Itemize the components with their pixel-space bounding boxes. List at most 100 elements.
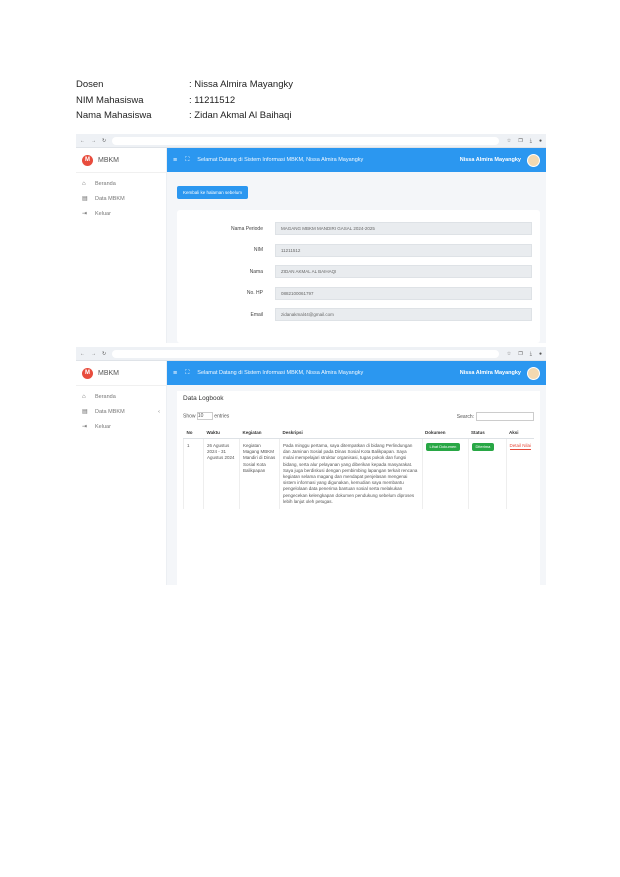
calendar-icon: ▤ bbox=[82, 409, 88, 415]
sidebar-item-keluar[interactable]: ⇥ Keluar bbox=[76, 419, 166, 434]
browser-bar: ← → ↻ ☆ ❐ ⤓ ● bbox=[76, 347, 546, 361]
star-icon[interactable]: ☆ bbox=[507, 138, 511, 144]
document-button[interactable]: Lihat Dokumen bbox=[425, 443, 461, 452]
welcome-text: Selamat Datang di Sistem Informasi MBKM,… bbox=[197, 370, 364, 376]
field-label: Email bbox=[250, 311, 263, 318]
sidebar-item-label: Data MBKM bbox=[95, 195, 125, 202]
sidebar-item-data-mbkm[interactable]: ▤ Data MBKM bbox=[76, 191, 166, 206]
user-name[interactable]: Nissa Almira Mayangky bbox=[460, 157, 521, 163]
forward-icon[interactable]: → bbox=[91, 351, 96, 357]
address-bar[interactable] bbox=[112, 136, 499, 145]
menu-icon[interactable]: ≡ bbox=[173, 157, 177, 164]
entries-label: entries bbox=[214, 413, 230, 420]
reload-icon[interactable]: ↻ bbox=[102, 138, 106, 144]
card-title: Data Logbook bbox=[183, 395, 224, 402]
sidebar-item-label: Keluar bbox=[95, 210, 111, 217]
field-label: No. HP bbox=[246, 290, 263, 297]
entries-value: 10 bbox=[197, 413, 204, 419]
chevron-icon: ‹ bbox=[158, 408, 160, 415]
sidebar-item-data-mbkm[interactable]: ▤ Data MBKM ‹ bbox=[76, 404, 166, 419]
app-logo: M MBKM bbox=[76, 148, 166, 173]
entries-control: Show 10 entries bbox=[183, 412, 229, 421]
avatar[interactable] bbox=[527, 153, 540, 167]
avatar[interactable] bbox=[527, 366, 540, 380]
profile-icon[interactable]: ● bbox=[539, 138, 542, 144]
sidebar-item-beranda[interactable]: ⌂ Beranda bbox=[76, 390, 166, 404]
field-nim: NIM 11211512 bbox=[177, 240, 540, 262]
logout-icon: ⇥ bbox=[82, 424, 88, 430]
table-row: 1 26 Agustus 2024 - 31 Agustus 2024 Kegi… bbox=[183, 438, 534, 510]
download-icon[interactable]: ⤓ bbox=[530, 138, 532, 144]
app-name: MBKM bbox=[98, 156, 119, 164]
sidebar-item-label: Keluar bbox=[95, 423, 111, 430]
show-label: Show bbox=[183, 413, 196, 420]
field-nama: Nama ZIDAN AKMAL AL BAIHAQI bbox=[177, 261, 540, 283]
detail-card: Nama Periode MAGANG MBKM MANDIRI GASAL 20… bbox=[177, 210, 540, 343]
back-button[interactable]: Kembali ke halaman sebelum bbox=[177, 186, 249, 199]
field-label: Nama bbox=[249, 268, 263, 275]
topbar: ≡ ⛶ Selamat Datang di Sistem Informasi M… bbox=[167, 361, 546, 385]
back-icon[interactable]: ← bbox=[80, 138, 85, 144]
browser-bar: ← → ↻ ☆ ❐ ⤓ ● bbox=[76, 134, 546, 148]
sidebar: M MBKM ⌂ Beranda ▤ Data MBKM ⇥ Keluar bbox=[76, 148, 167, 343]
logo-icon: M bbox=[82, 154, 93, 166]
field-label: NIM bbox=[253, 247, 263, 254]
cell-status: Diterima bbox=[467, 438, 506, 510]
action-link[interactable]: Detail Nilai bbox=[509, 443, 531, 451]
home-icon: ⌂ bbox=[82, 181, 86, 187]
download-icon[interactable]: ⤓ bbox=[530, 351, 532, 357]
forward-icon[interactable]: → bbox=[91, 138, 96, 144]
table-header: No Waktu Kegiatan Deskripsi Dokumen Stat… bbox=[183, 427, 534, 439]
back-icon[interactable]: ← bbox=[80, 351, 85, 357]
screenshot-logbook: ← → ↻ ☆ ❐ ⤓ ● M MBKM ⌂ Beranda ▤ Data MBKM ‹ ⇥ Kel… bbox=[76, 347, 546, 585]
cell-no: 1 bbox=[183, 438, 204, 510]
user-name[interactable]: Nissa Almira Mayangky bbox=[460, 370, 521, 376]
header-value: : Nissa Almira Mayangky bbox=[189, 79, 294, 90]
welcome-text: Selamat Datang di Sistem Informasi MBKM,… bbox=[197, 157, 364, 163]
search-input[interactable] bbox=[476, 412, 534, 421]
search-label: Search: bbox=[456, 413, 474, 420]
fullscreen-icon[interactable]: ⛶ bbox=[185, 157, 189, 164]
tab-icon[interactable]: ❐ bbox=[518, 351, 522, 357]
profile-icon[interactable]: ● bbox=[539, 351, 542, 357]
sidebar-item-label: Beranda bbox=[95, 181, 116, 187]
column-header[interactable]: Deskripsi bbox=[279, 427, 422, 439]
sidebar-item-label: Data MBKM bbox=[95, 408, 125, 415]
column-header[interactable]: Status bbox=[468, 427, 506, 439]
field-periode: Nama Periode MAGANG MBKM MANDIRI GASAL 20… bbox=[177, 218, 540, 240]
column-header[interactable]: No bbox=[183, 427, 204, 439]
logout-icon: ⇥ bbox=[82, 211, 88, 217]
app-logo: M MBKM bbox=[76, 361, 166, 386]
screenshot-detail-mahasiswa: ← → ↻ ☆ ❐ ⤓ ● M MBKM ⌂ Beranda ▤ Data MBKM ⇥ Kelu… bbox=[76, 134, 546, 343]
field-email: Email zidanakmal44@gmail.com bbox=[177, 304, 540, 326]
column-header[interactable]: Kegiatan bbox=[239, 427, 280, 439]
header-label: Dosen bbox=[76, 79, 104, 90]
header-row-nim: NIM Mahasiswa: 11211512 bbox=[76, 93, 293, 109]
status-badge: Diterima bbox=[471, 443, 495, 452]
header-value: : Zidan Akmal Al Baihaqi bbox=[189, 110, 292, 121]
header-value: : 11211512 bbox=[189, 94, 236, 106]
tab-icon[interactable]: ❐ bbox=[518, 138, 522, 144]
column-header[interactable]: Waktu bbox=[203, 427, 240, 439]
topbar: ≡ ⛶ Selamat Datang di Sistem Informasi M… bbox=[167, 148, 546, 172]
fullscreen-icon[interactable]: ⛶ bbox=[185, 370, 189, 377]
reload-icon[interactable]: ↻ bbox=[102, 351, 106, 357]
sidebar-item-label: Beranda bbox=[95, 394, 116, 400]
sidebar-item-beranda[interactable]: ⌂ Beranda bbox=[76, 177, 166, 191]
app-name: MBKM bbox=[98, 369, 119, 377]
entries-select[interactable]: 10 bbox=[196, 412, 213, 420]
logo-icon: M bbox=[82, 367, 93, 379]
cell-aksi: Detail Nilai bbox=[505, 438, 534, 510]
sidebar-item-keluar[interactable]: ⇥ Keluar bbox=[76, 206, 166, 221]
field-value: 11211512 bbox=[275, 243, 532, 257]
document-header: Dosen : Nissa Almira Mayangky NIM Mahasis… bbox=[76, 77, 293, 124]
address-bar[interactable] bbox=[112, 349, 499, 358]
home-icon: ⌂ bbox=[82, 394, 86, 400]
column-header[interactable]: Aksi bbox=[506, 427, 534, 439]
header-label: Nama Mahasiswa bbox=[76, 110, 152, 121]
column-header[interactable]: Dokumen bbox=[422, 427, 468, 439]
menu-icon[interactable]: ≡ bbox=[173, 370, 177, 377]
field-value: ZIDAN AKMAL AL BAIHAQI bbox=[275, 265, 532, 279]
field-label: Nama Periode bbox=[231, 225, 263, 232]
star-icon[interactable]: ☆ bbox=[507, 351, 511, 357]
